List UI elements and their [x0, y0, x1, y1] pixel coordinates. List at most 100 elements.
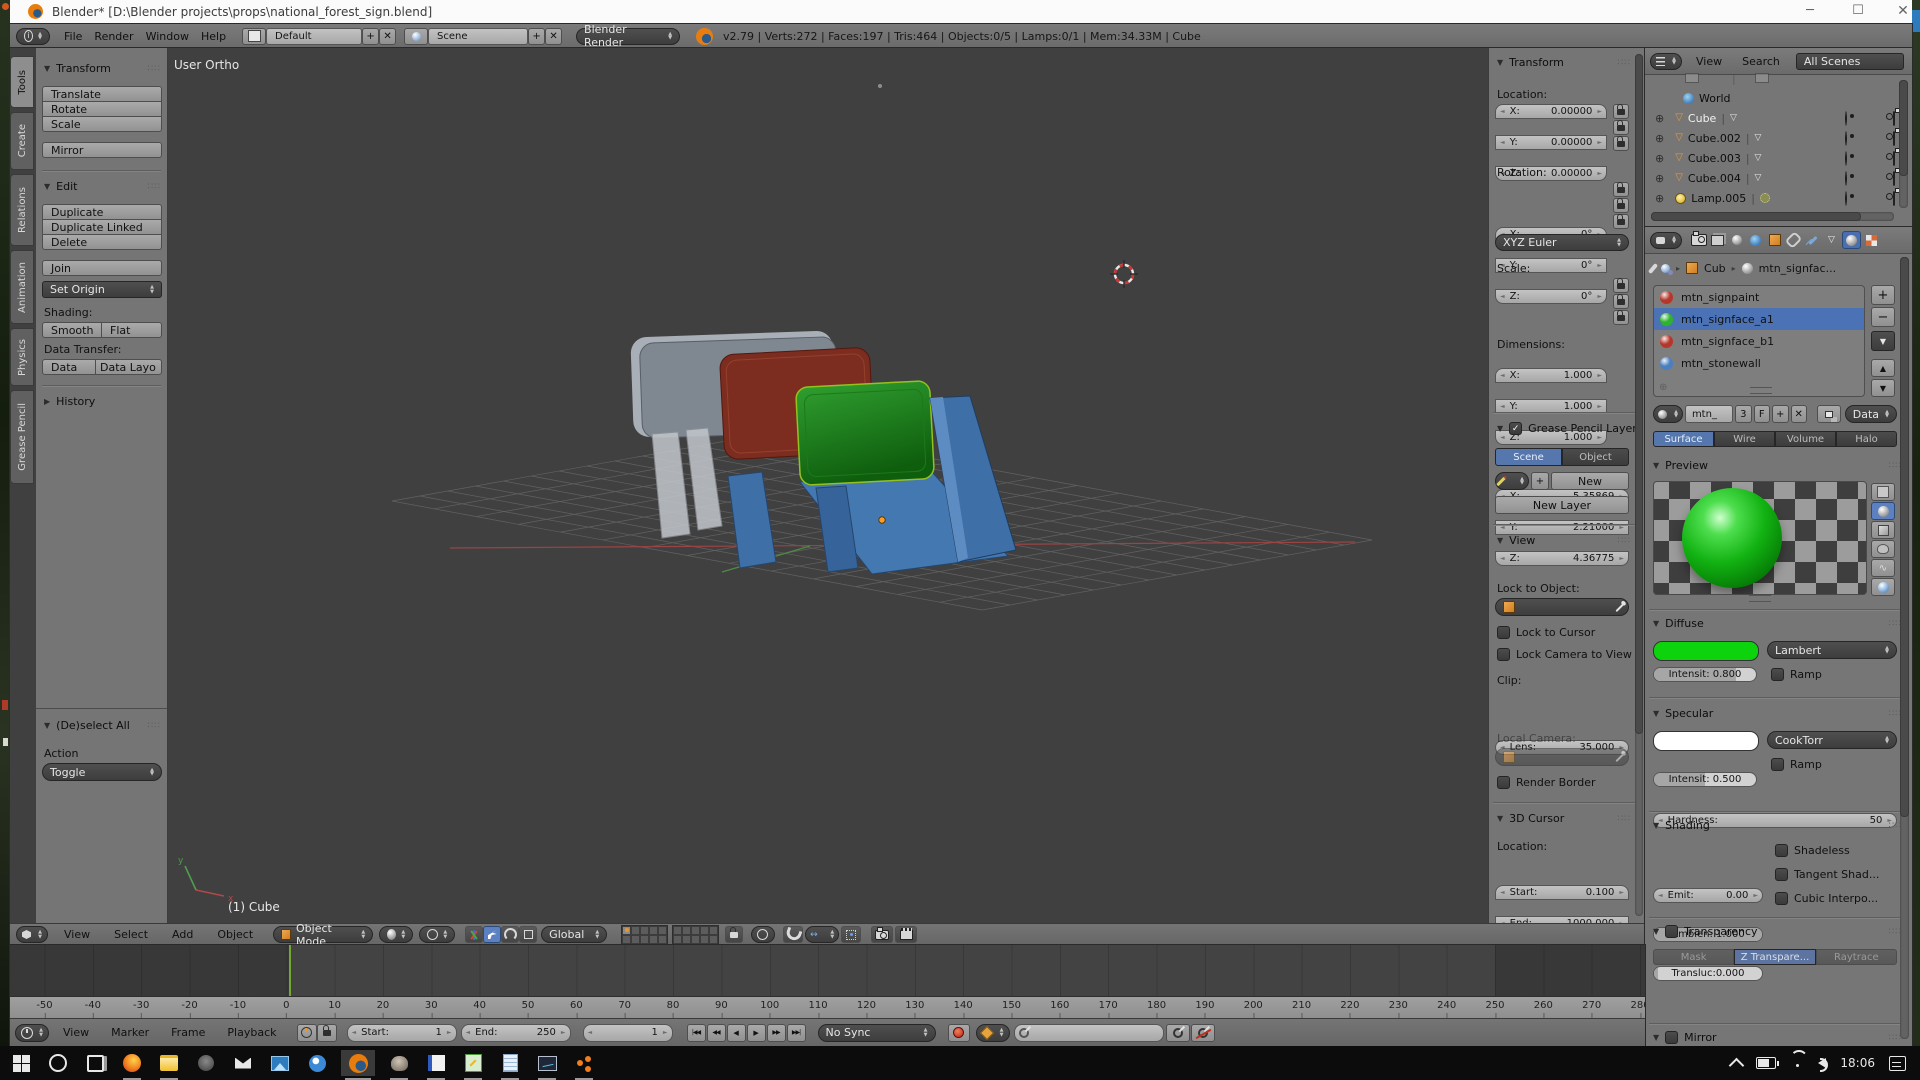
mirror-panel-header[interactable]: ▼ Mirror ∷∷ [1653, 1031, 1902, 1044]
transparency-checkbox[interactable] [1665, 925, 1679, 938]
taskbar-browser-icon[interactable] [304, 1050, 330, 1076]
duplicate-button[interactable]: Duplicate [42, 204, 162, 220]
menu-file[interactable]: File [58, 30, 88, 43]
npanel-scrollbar[interactable] [1635, 54, 1643, 916]
material-type-wire[interactable]: Wire [1714, 431, 1775, 447]
shading-cubic-row[interactable]: Cubic Interpo... [1775, 892, 1878, 905]
timeline-menu-playback[interactable]: Playback [221, 1026, 282, 1039]
keying-set-select[interactable]: ▲ ▼ [975, 1023, 1010, 1042]
specular-shader-select[interactable]: CookTorr ▲ ▼ [1767, 731, 1897, 749]
taskbar-blender-icon[interactable] [341, 1050, 375, 1080]
auto-keyframe-button[interactable] [947, 1023, 970, 1042]
renderability-camera-icon[interactable] [1893, 190, 1895, 206]
volume-icon[interactable] [1818, 1058, 1829, 1072]
viewport-canvas[interactable]: x y [10, 48, 1645, 923]
material-nodes-button[interactable] [1817, 405, 1841, 423]
scene-icon[interactable] [404, 27, 429, 45]
scale-x-field[interactable]: ◄ X: 1.000 ► [1495, 368, 1607, 383]
editor-type-3dview-select[interactable]: ▲ ▼ [16, 926, 48, 943]
manipulator-translate-button[interactable] [483, 926, 502, 943]
location-z-lock[interactable] [1613, 135, 1629, 151]
operator-action-select[interactable]: Toggle ▲ ▼ [42, 763, 162, 781]
viewport-menu-object[interactable]: Object [211, 928, 259, 941]
snap-toggle-button[interactable] [783, 926, 804, 943]
mirror-button[interactable]: Mirror [42, 142, 162, 158]
manipulator-axes-button[interactable] [465, 926, 484, 943]
material-name-field[interactable]: mtn_ [1684, 405, 1733, 423]
screen-layout-field[interactable]: Default [266, 27, 363, 45]
viewport-menu-add[interactable]: Add [166, 928, 199, 941]
gpencil-pencil-select[interactable]: ▲ ▼ [1495, 472, 1529, 490]
preview-panel-header[interactable]: ▼ Preview ∷∷ [1653, 459, 1902, 472]
data-transfer-layout-button[interactable]: Data Layo [95, 359, 162, 375]
render-engine-select[interactable]: Blender Render ▲ ▼ [576, 23, 681, 49]
render-opengl-button[interactable] [871, 926, 894, 943]
play-reverse-button[interactable]: ◀ [726, 1023, 746, 1042]
screen-layout-delete-button[interactable]: ✕ [379, 27, 397, 45]
taskbar-image-editor-icon[interactable] [423, 1050, 449, 1080]
expand-icon[interactable]: ⊕ [1655, 192, 1664, 205]
tab-object-icon[interactable] [1766, 232, 1783, 248]
delete-button[interactable]: Delete [42, 234, 162, 250]
transparency-panel-header[interactable]: ▼ Transparency ∷∷ [1653, 925, 1902, 938]
location-y-lock[interactable] [1613, 119, 1629, 135]
preview-cube-button[interactable] [1871, 521, 1895, 539]
lock-to-object-field[interactable] [1495, 598, 1629, 616]
play-button[interactable]: ▶ [746, 1023, 766, 1042]
outliner-row-world[interactable]: World [1683, 88, 1898, 108]
material-type-halo[interactable]: Halo [1836, 431, 1897, 447]
rotation-z-field[interactable]: ◄ Z: 0° ► [1495, 289, 1607, 304]
transparency-mask-button[interactable]: Mask [1653, 949, 1735, 965]
lock-camera-row[interactable]: Lock Camera to View [1497, 648, 1632, 661]
list-resize-handle[interactable] [1750, 387, 1772, 394]
scale-x-lock[interactable] [1613, 277, 1629, 293]
transparency-raytrace-button[interactable]: Raytrace [1815, 949, 1897, 965]
expand-icon[interactable]: ⊕ [1655, 152, 1664, 165]
clip-start-field[interactable]: ◄ Start: 0.100 ► [1495, 885, 1629, 900]
frame-end-field[interactable]: ◄ End: 250 ► [460, 1023, 571, 1042]
scene-add-button[interactable]: + [528, 27, 546, 45]
scale-y-lock[interactable] [1613, 293, 1629, 309]
renderability-camera-icon[interactable] [1893, 110, 1895, 126]
proportional-edit-select[interactable] [751, 926, 776, 943]
delete-keyframe-button[interactable] [1190, 1023, 1215, 1042]
npanel-transform-header[interactable]: ▼ Transform ∷∷ [1497, 56, 1631, 69]
specular-intensity-slider[interactable]: Intensit: 0.500 [1653, 772, 1757, 787]
insert-keyframe-button[interactable] [1165, 1023, 1190, 1042]
tab-texture-icon[interactable] [1863, 232, 1880, 248]
outliner-row-cube[interactable]: ⊕ ▽ Cube | ▽ [1655, 108, 1898, 128]
shading-tangent-row[interactable]: Tangent Shad... [1775, 868, 1879, 881]
material-specials-button[interactable]: ▼ [1871, 331, 1895, 351]
notifications-icon[interactable] [1889, 1055, 1906, 1071]
minimize-button[interactable]: ─ [1795, 3, 1825, 18]
gpencil-add-icon[interactable]: + [1531, 472, 1549, 490]
gpencil-object-button[interactable]: Object [1562, 448, 1629, 466]
gpencil-new-layer-button[interactable]: New Layer [1495, 496, 1629, 514]
taskbar-mail-icon[interactable] [230, 1050, 256, 1076]
tab-modifiers-icon[interactable] [1804, 232, 1821, 248]
outliner-row-cube004[interactable]: ⊕ ▽ Cube.004 | ▽ [1655, 168, 1898, 188]
tab-material-icon[interactable] [1842, 231, 1861, 249]
taskbar-notepad-plus-icon[interactable] [460, 1050, 486, 1080]
tab-scene-icon[interactable] [1728, 232, 1745, 248]
visibility-eye-icon[interactable] [1845, 150, 1847, 166]
material-slot-move-down-button[interactable]: ▼ [1871, 379, 1895, 397]
renderability-camera-icon[interactable] [1893, 170, 1895, 186]
layers-widget[interactable] [621, 924, 720, 945]
outliner-row-lamp005[interactable]: ⊕ Lamp.005 | [1655, 188, 1898, 208]
timeline-menu-view[interactable]: View [57, 1026, 95, 1039]
taskbar-start-button[interactable] [8, 1050, 34, 1076]
shading-shadeless-row[interactable]: Shadeless [1775, 844, 1850, 857]
timeline-tracks[interactable] [10, 945, 1645, 996]
render-opengl-anim-button[interactable] [895, 926, 918, 943]
snap-target-button[interactable] [841, 926, 862, 943]
breadcrumb-material[interactable]: mtn_signfac... [1759, 262, 1836, 275]
panel-edit-header[interactable]: ▼ Edit ∷∷ [44, 180, 161, 193]
tab-object-data-icon[interactable]: ▽ [1823, 232, 1840, 248]
visibility-eye-icon[interactable] [1845, 170, 1847, 186]
diffuse-panel-header[interactable]: ▼ Diffuse ∷∷ [1653, 617, 1902, 630]
screen-layout-icon[interactable] [242, 27, 267, 45]
render-border-row[interactable]: Render Border [1497, 776, 1596, 789]
material-slot-signface-a1[interactable]: mtn_signface_a1 [1654, 308, 1864, 330]
rotation-y-lock[interactable] [1613, 197, 1629, 213]
